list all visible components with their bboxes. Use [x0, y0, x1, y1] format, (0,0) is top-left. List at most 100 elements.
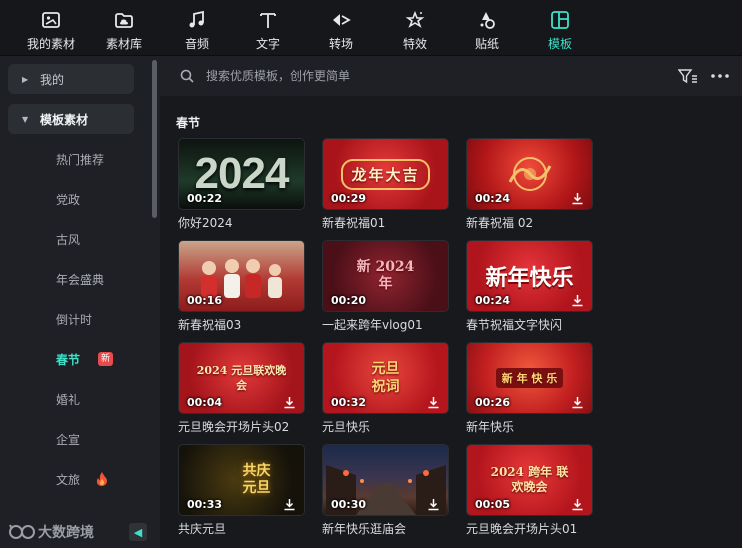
collapse-sidebar-button[interactable]: ◀ — [129, 523, 147, 541]
sticker-icon — [480, 12, 495, 29]
duration-label: 00:32 — [331, 396, 367, 409]
brand-logo: 大数跨境 — [8, 522, 94, 542]
template-thumbnail: 2024 00:22 — [178, 138, 305, 210]
download-icon[interactable] — [571, 294, 584, 307]
template-card[interactable]: 新 2024 年 00:20 一起来跨年vlog01 — [322, 240, 450, 333]
template-card[interactable]: 2024 元旦联欢晚会 00:04 元旦晚会开场片头02 — [178, 342, 306, 435]
tab-label: 文字 — [255, 37, 280, 51]
template-card[interactable]: 00:16 新春祝福03 — [178, 240, 306, 333]
section-title: 春节 — [176, 116, 201, 130]
tab-label: 我的素材 — [26, 37, 75, 51]
duration-label: 00:33 — [187, 498, 223, 511]
sidebar-item-label: 年会盛典 — [56, 272, 105, 287]
sidebar-item-party-gov[interactable]: 党政 — [56, 189, 146, 209]
template-card[interactable]: 新 年 快 乐 00:26 新年快乐 — [466, 342, 594, 435]
sidebar-item-annual-gala[interactable]: 年会盛典 — [56, 269, 146, 289]
thumbnail-art-text: 龙年大吉 — [341, 158, 430, 190]
chevron-right-icon: ▶ — [22, 74, 29, 84]
sidebar-item-label: 古风 — [56, 232, 81, 247]
sidebar-item-label: 春节 — [56, 352, 81, 367]
thumbnail-art-text: 新 2024 年 — [356, 259, 415, 292]
tab-sticker[interactable]: 贴纸 — [444, 0, 530, 55]
template-card[interactable]: 00:30 新年快乐逛庙会 — [322, 444, 450, 537]
filter-icon[interactable] — [678, 68, 698, 84]
fire-icon — [96, 472, 108, 486]
download-icon[interactable] — [427, 498, 440, 511]
duration-label: 00:24 — [475, 192, 511, 205]
tab-audio[interactable]: 音频 — [154, 0, 240, 55]
tab-label: 模板 — [547, 37, 572, 51]
template-card[interactable]: 2024 跨年 联欢晚会 00:05 元旦晚会开场片头01 — [466, 444, 594, 537]
sidebar-item-hot[interactable]: 热门推荐 — [56, 149, 146, 169]
tab-effects[interactable]: 特效 — [386, 0, 444, 55]
sidebar-item-label: 党政 — [56, 192, 81, 207]
template-thumbnail: 新 2024 年 00:20 — [322, 240, 449, 312]
sidebar-scrollbar[interactable] — [152, 60, 157, 218]
download-icon[interactable] — [571, 396, 584, 409]
template-name: 新春祝福01 — [322, 216, 386, 230]
transition-icon — [333, 14, 351, 26]
tab-label: 转场 — [328, 37, 353, 51]
tab-library[interactable]: 素材库 — [94, 0, 154, 55]
more-options-icon[interactable] — [710, 68, 730, 84]
thumbnail-art-text: 新 年 快 乐 — [495, 368, 564, 388]
sidebar-item-label: 婚礼 — [56, 392, 81, 407]
brand-mark-icon — [9, 524, 35, 539]
template-name: 一起来跨年vlog01 — [322, 318, 423, 332]
search-input[interactable] — [206, 69, 626, 83]
sidebar-item-countdown[interactable]: 倒计时 — [56, 309, 146, 329]
tab-transition[interactable]: 转场 — [296, 0, 386, 55]
sidebar-item-tourism[interactable]: 文旅 — [56, 469, 146, 489]
download-icon[interactable] — [571, 192, 584, 205]
duration-label: 00:16 — [187, 294, 223, 307]
template-name: 新春祝福03 — [178, 318, 242, 332]
template-name: 元旦晚会开场片头01 — [466, 522, 578, 536]
brand-name: 大数跨境 — [38, 525, 94, 541]
template-thumbnail: 00:30 — [322, 444, 449, 516]
thumbnail-art-text: 2024 跨年 联欢晚会 — [490, 465, 569, 494]
template-panel: 春节 2024 00:22 你好2024 龙年大吉 00:29 新春祝福01 0… — [160, 56, 742, 548]
tab-label: 素材库 — [105, 37, 142, 51]
sidebar-item-ancient[interactable]: 古风 — [56, 229, 146, 249]
template-card[interactable]: 元旦 祝词 00:32 元旦快乐 — [322, 342, 450, 435]
effects-icon — [405, 10, 425, 28]
thumbnail-art-text: 新年快乐 — [485, 265, 574, 290]
download-icon[interactable] — [283, 396, 296, 409]
new-badge: 新 — [98, 352, 114, 366]
tab-label: 音频 — [184, 37, 209, 51]
sidebar-group-mine[interactable]: ▶ 我的 — [8, 64, 134, 94]
thumbnail-art-text: 元旦 祝词 — [371, 361, 400, 395]
template-name: 新年快乐逛庙会 — [322, 522, 407, 536]
download-icon[interactable] — [427, 396, 440, 409]
template-name: 元旦晚会开场片头02 — [178, 420, 290, 434]
category-sidebar: ▶ 我的 ▼ 模板素材 热门推荐 党政 古风 年会盛典 倒计时 春节 新 婚礼 … — [0, 56, 160, 548]
template-name: 新春祝福 02 — [466, 216, 534, 230]
sidebar-group-label: 模板素材 — [40, 112, 89, 127]
template-name: 你好2024 — [178, 216, 233, 230]
library-icon — [115, 13, 133, 28]
template-thumbnail: 元旦 祝词 00:32 — [322, 342, 449, 414]
download-icon[interactable] — [571, 498, 584, 511]
template-card[interactable]: 龙年大吉 00:29 新春祝福01 — [322, 138, 450, 231]
template-card[interactable]: 00:24 新春祝福 02 — [466, 138, 594, 231]
tab-my-media[interactable]: 我的素材 — [8, 0, 94, 55]
sidebar-item-spring-festival[interactable]: 春节 新 — [56, 349, 146, 369]
template-thumbnail: 龙年大吉 00:29 — [322, 138, 449, 210]
duration-label: 00:04 — [187, 396, 223, 409]
sidebar-item-corporate[interactable]: 企宣 — [56, 429, 146, 449]
tab-text[interactable]: 文字 — [240, 0, 296, 55]
template-card[interactable]: 2024 00:22 你好2024 — [178, 138, 306, 231]
sidebar-group-templates[interactable]: ▼ 模板素材 — [8, 104, 134, 134]
thumbnail-art-text: 2024 元旦联欢晚会 — [196, 364, 287, 392]
tab-template[interactable]: 模板 — [530, 0, 590, 55]
template-card[interactable]: 新年快乐 00:24 春节祝福文字快闪 — [466, 240, 594, 333]
sidebar-item-wedding[interactable]: 婚礼 — [56, 389, 146, 409]
duration-label: 00:22 — [187, 192, 223, 205]
dragon-illustration-icon — [508, 157, 551, 191]
tab-label: 特效 — [402, 37, 427, 51]
duration-label: 00:26 — [475, 396, 511, 409]
template-card[interactable]: 共庆 元旦 00:33 共庆元旦 — [178, 444, 306, 537]
download-icon[interactable] — [283, 498, 296, 511]
template-name: 春节祝福文字快闪 — [466, 318, 563, 332]
duration-label: 00:20 — [331, 294, 367, 307]
